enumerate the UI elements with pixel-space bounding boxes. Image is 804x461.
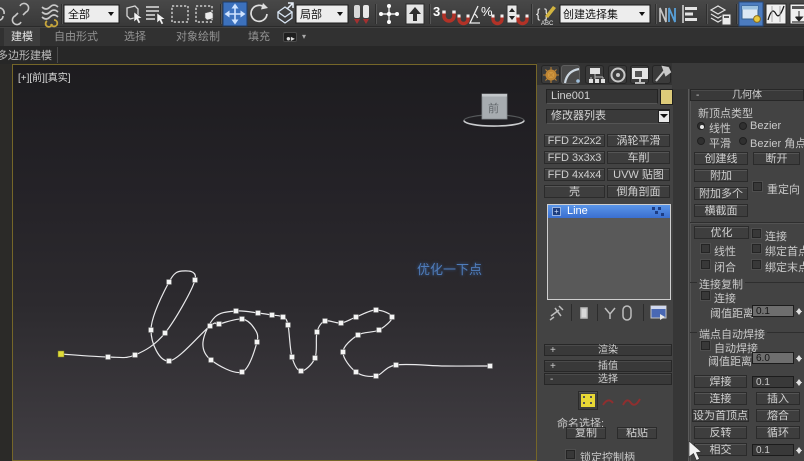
svg-text:多边形建模: 多边形建模: [0, 48, 52, 62]
svg-text:ABC: ABC: [541, 21, 554, 27]
svg-text:前: 前: [488, 101, 499, 115]
svg-text:创建选择集: 创建选择集: [563, 7, 618, 21]
svg-text:3: 3: [433, 4, 440, 19]
svg-text:%: %: [481, 4, 493, 19]
svg-text:全部: 全部: [68, 7, 90, 21]
svg-text:局部: 局部: [300, 7, 322, 21]
